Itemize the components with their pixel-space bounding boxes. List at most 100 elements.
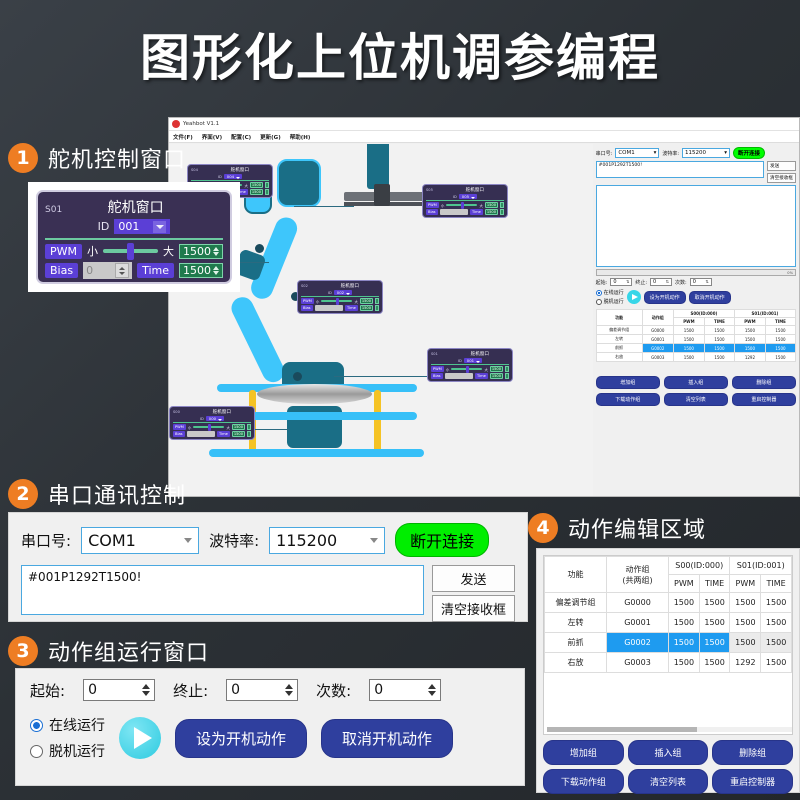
slider-knob[interactable]: [127, 243, 135, 260]
node-time-spinner[interactable]: [265, 189, 269, 195]
node-bias-input[interactable]: [186, 431, 216, 437]
node-time-value[interactable]: 1500: [489, 373, 503, 379]
serial-baud-select[interactable]: 115200: [269, 526, 386, 554]
clear-list-button[interactable]: 清空列表: [627, 769, 709, 794]
servo-node-s00[interactable]: S00 舵机窗口 ID 000 PWM 小 大 1500 Bias Time 1…: [169, 406, 255, 440]
node-pwm-spinner[interactable]: [500, 202, 504, 208]
serial-send-input[interactable]: #001P1292T1500!: [21, 565, 424, 615]
servo-node-s05[interactable]: S05 舵机窗口 ID 005 PWM 小 大 1500 Bias Time 1…: [422, 184, 508, 218]
app-offline-radio[interactable]: 脱机运行: [595, 298, 624, 305]
node-id-select[interactable]: 002: [333, 290, 353, 295]
servo-node-s01[interactable]: S01 舵机窗口 ID 001 PWM 小 大 1500 Bias Time 1…: [427, 348, 513, 382]
app-end-spinner[interactable]: 0 ⇅: [650, 278, 673, 286]
serial-port-select[interactable]: COM1: [81, 526, 200, 554]
node-pwm-value[interactable]: 1500: [359, 298, 373, 304]
app-online-radio[interactable]: 在线运行: [595, 289, 624, 296]
node-pwm-spinner[interactable]: [265, 182, 269, 188]
chevron-down-icon[interactable]: [184, 537, 193, 543]
node-bias-input[interactable]: [444, 373, 474, 379]
runner-set-boot-button[interactable]: 设为开机动作: [175, 718, 308, 758]
node-pwm-slider[interactable]: [321, 298, 353, 305]
app-download-group-button[interactable]: 下载动作组: [595, 393, 660, 406]
node-bias-input[interactable]: [439, 209, 469, 215]
app-clear-list-button[interactable]: 清空列表: [663, 393, 728, 406]
servo-window[interactable]: S01 舵机窗口 ID 001 PWM 小 大 1500 Bias 0 Time…: [36, 190, 232, 284]
node-time-value[interactable]: 1500: [359, 305, 373, 311]
table-row[interactable]: 左转 G0001 1500 1500 1500 1500: [595, 334, 797, 344]
spinner-arrows-icon[interactable]: ⇅: [666, 279, 669, 285]
menu-item-file[interactable]: 文件(F): [173, 133, 193, 141]
node-id-select[interactable]: 000: [205, 416, 225, 421]
table-row[interactable]: 右放 G0003 1500 1500 1292 1500: [544, 652, 792, 673]
node-bias-input[interactable]: [314, 305, 344, 311]
app-send-input[interactable]: #001P1292T1500!: [595, 161, 765, 178]
app-send-button[interactable]: 发送: [767, 161, 796, 171]
serial-send-button[interactable]: 发送: [431, 565, 515, 592]
spinner-arrows-icon[interactable]: [428, 684, 437, 696]
node-time-spinner[interactable]: [505, 373, 509, 379]
app-add-group-button[interactable]: 增加组: [595, 376, 660, 389]
restart-controller-button[interactable]: 重启控制器: [712, 769, 793, 794]
node-pwm-slider[interactable]: [193, 424, 225, 431]
app-menubar[interactable]: 文件(F) 界面(V) 配置(C) 更新(G) 帮助(H): [169, 131, 799, 143]
servo-bias-input[interactable]: 0: [83, 262, 133, 279]
servo-time-value[interactable]: 1500: [179, 263, 223, 278]
app-count-spinner[interactable]: 0 ⇅: [689, 278, 712, 286]
menu-item-config[interactable]: 配置(C): [231, 133, 251, 141]
runner-start-spinner[interactable]: 0: [83, 679, 156, 701]
node-pwm-value[interactable]: 1500: [489, 366, 503, 372]
node-time-value[interactable]: 1500: [231, 431, 245, 437]
node-time-value[interactable]: 1500: [484, 209, 498, 215]
serial-connect-button[interactable]: 断开连接: [395, 523, 490, 557]
node-pwm-spinner[interactable]: [375, 298, 379, 304]
spinner-arrows-icon[interactable]: [213, 246, 219, 256]
node-id-select[interactable]: 001: [463, 358, 483, 363]
add-group-button[interactable]: 增加组: [543, 740, 624, 765]
insert-group-button[interactable]: 插入组: [627, 740, 709, 765]
node-pwm-value[interactable]: 1500: [484, 202, 498, 208]
app-restart-controller-button[interactable]: 重启控制器: [731, 393, 796, 406]
node-pwm-spinner[interactable]: [247, 424, 251, 430]
app-clear-button[interactable]: 清空接收框: [767, 173, 796, 183]
action-table-wrapper[interactable]: 功能 动作组 (共两组) S00(ID:000) S01(ID:001) PWM…: [543, 555, 793, 735]
table-row[interactable]: 偏差调节组 G0000 1500 1500 1500 1500: [544, 592, 792, 613]
node-time-spinner[interactable]: [375, 305, 379, 311]
spinner-arrows-icon[interactable]: [285, 684, 294, 696]
chevron-down-icon[interactable]: [370, 537, 379, 543]
chevron-down-icon[interactable]: [153, 220, 167, 233]
servo-pwm-value[interactable]: 1500: [179, 243, 223, 259]
play-icon[interactable]: [119, 717, 161, 759]
app-action-table[interactable]: 功能 动作组 S00(ID:000) S01(ID:001) PWM TIME …: [595, 309, 797, 362]
servo-pwm-slider[interactable]: [103, 243, 158, 260]
action-table[interactable]: 功能 动作组 (共两组) S00(ID:000) S01(ID:001) PWM…: [544, 556, 792, 673]
runner-offline-radio[interactable]: 脱机运行: [30, 741, 105, 761]
node-pwm-slider[interactable]: [446, 202, 478, 209]
table-row[interactable]: 左转 G0001 1500 1500 1500 1500: [544, 612, 792, 633]
runner-online-radio[interactable]: 在线运行: [30, 715, 105, 735]
table-row[interactable]: 偏差调节组 G0000 1500 1500 1500 1500: [595, 325, 797, 335]
app-port-select[interactable]: COM1 ▾: [615, 148, 660, 158]
table-row-selected[interactable]: 前抓 G0002 1500 1500 1500 1500: [595, 343, 797, 353]
node-pwm-slider[interactable]: [451, 366, 483, 373]
node-time-value[interactable]: 1500: [249, 189, 263, 195]
runner-cancel-boot-button[interactable]: 取消开机动作: [321, 718, 454, 758]
spinner-arrows-icon[interactable]: ⇅: [626, 279, 629, 285]
servo-node-s02[interactable]: S02 舵机窗口 ID 002 PWM 小 大 1500 Bias Time 1…: [297, 280, 383, 314]
spinner-arrows-icon[interactable]: [142, 684, 151, 696]
spinner-arrows-icon[interactable]: ⇅: [705, 279, 708, 285]
horizontal-scrollbar[interactable]: [547, 727, 792, 732]
menu-item-update[interactable]: 更新(G): [260, 133, 281, 141]
menu-item-view[interactable]: 界面(V): [202, 133, 222, 141]
node-id-select[interactable]: 004: [223, 174, 243, 179]
node-time-spinner[interactable]: [500, 209, 504, 215]
spinner-arrows-icon[interactable]: [115, 263, 130, 278]
app-start-spinner[interactable]: 0 ⇅: [610, 278, 633, 286]
table-row-selected[interactable]: 前抓 G0002 1500 1500 1500 1500: [544, 632, 792, 653]
app-insert-group-button[interactable]: 插入组: [663, 376, 728, 389]
app-delete-group-button[interactable]: 删除组: [731, 376, 796, 389]
servo-id-select[interactable]: 001: [114, 219, 171, 234]
app-baud-select[interactable]: 115200 ▾: [682, 148, 731, 158]
delete-group-button[interactable]: 删除组: [712, 740, 793, 765]
runner-end-spinner[interactable]: 0: [226, 679, 299, 701]
spinner-arrows-icon[interactable]: [213, 266, 219, 275]
